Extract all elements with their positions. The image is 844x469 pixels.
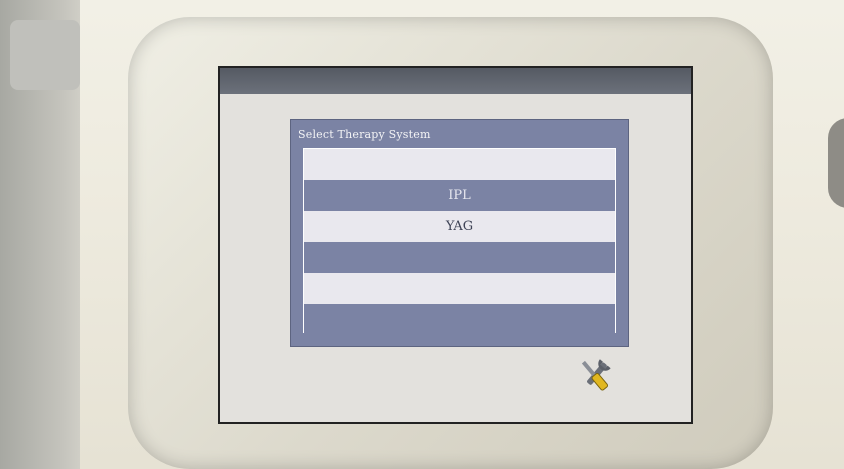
screen-content: Select Therapy System IPL YAG — [220, 68, 691, 422]
list-item-empty-2 — [304, 242, 615, 273]
option-ipl[interactable]: IPL — [304, 180, 615, 211]
option-yag[interactable]: YAG — [304, 211, 615, 242]
list-item-empty-3 — [304, 273, 615, 304]
list-item-empty-1 — [304, 149, 615, 180]
screen-top-bar — [220, 68, 691, 94]
therapy-system-dialog: Select Therapy System IPL YAG — [290, 119, 629, 347]
therapy-options-list: IPL YAG — [303, 148, 616, 334]
dialog-title: Select Therapy System — [298, 128, 431, 141]
device-knob — [828, 118, 844, 208]
background-object — [10, 20, 80, 90]
display-screen: Select Therapy System IPL YAG — [218, 66, 693, 424]
tools-icon[interactable] — [572, 356, 618, 396]
list-item-empty-4 — [304, 304, 615, 334]
